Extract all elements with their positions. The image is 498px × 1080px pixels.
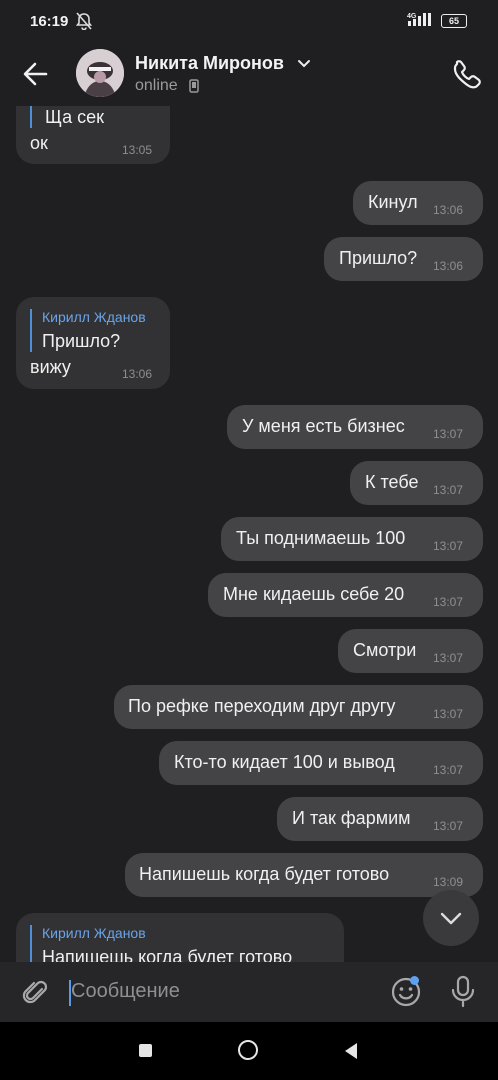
triangle-back-icon <box>345 1043 357 1059</box>
message-text: Кто-то кидает 100 и вывод <box>174 752 395 772</box>
message-input[interactable]: Сообщение <box>71 980 180 1003</box>
message-time: 13:06 <box>122 367 153 381</box>
call-button[interactable] <box>447 55 485 93</box>
message-outgoing[interactable]: К тебе 13:07 <box>350 461 483 505</box>
message-outgoing[interactable]: Кто-то кидает 100 и вывод 13:07 <box>159 741 483 785</box>
scroll-down-button[interactable] <box>423 890 479 946</box>
message-text: вижу <box>30 357 71 377</box>
message-time: 13:07 <box>433 427 464 441</box>
message-text: И так фармим <box>292 808 411 828</box>
composer: Сообщение <box>0 962 498 1022</box>
bell-off-icon <box>75 12 93 35</box>
message-text: Ты поднимаешь 100 <box>236 528 406 548</box>
chevron-down-icon <box>440 912 462 925</box>
message-time: 13:07 <box>433 819 464 833</box>
reply-author: Кирилл Жданов <box>42 925 146 941</box>
message-outgoing[interactable]: Ты поднимаешь 100 13:07 <box>221 517 483 561</box>
message-list[interactable]: Ща сек ок 13:05 Кинул 13:06 Пришло? 13:0… <box>0 106 498 962</box>
attach-button[interactable] <box>18 975 52 1014</box>
recents-button[interactable] <box>139 1044 152 1057</box>
message-outgoing[interactable]: Кинул 13:06 <box>353 181 483 225</box>
battery-indicator: 65 <box>441 14 467 28</box>
status-bar: 16:19 4G 65 <box>0 0 498 42</box>
reply-text: Пришло? <box>42 331 121 351</box>
reply-quote: Кирилл Жданов Напишешь когда будет готов… <box>30 925 292 962</box>
message-text: Пришло? <box>339 248 418 268</box>
message-text: К тебе <box>365 472 419 492</box>
home-button[interactable] <box>238 1040 258 1060</box>
reply-quote: Кирилл Жданов Пришло? <box>30 309 146 352</box>
message-time: 13:07 <box>433 595 464 609</box>
message-outgoing[interactable]: По рефке переходим друг другу 13:07 <box>114 685 483 729</box>
message-incoming[interactable]: Ща сек ок 13:05 <box>16 106 170 164</box>
message-text: Напишешь когда будет готово <box>139 864 390 884</box>
message-outgoing[interactable]: Смотри 13:07 <box>338 629 483 673</box>
message-text: Смотри <box>353 640 417 660</box>
message-text: Мне кидаешь себе 20 <box>223 584 405 604</box>
arrow-left-icon <box>23 62 48 86</box>
chat-header: Никита Миронов online <box>0 42 498 106</box>
message-time: 13:07 <box>433 707 464 721</box>
message-outgoing[interactable]: Пришло? 13:06 <box>324 237 483 281</box>
message-incoming[interactable]: Кирилл Жданов Пришло? вижу 13:06 <box>16 297 170 389</box>
back-button[interactable] <box>18 56 54 92</box>
message-incoming[interactable]: Кирилл Жданов Напишешь когда будет готов… <box>16 913 344 962</box>
message-outgoing[interactable]: И так фармим 13:07 <box>277 797 483 841</box>
system-back-button[interactable] <box>343 1042 359 1065</box>
reply-text: Напишешь когда будет готово <box>42 947 293 962</box>
message-time: 13:07 <box>433 651 464 665</box>
message-text: У меня есть бизнес <box>242 416 405 436</box>
contact-name[interactable]: Никита Миронов <box>135 53 284 74</box>
message-outgoing[interactable]: Мне кидаешь себе 20 13:07 <box>208 573 483 617</box>
system-nav-bar <box>0 1022 498 1080</box>
message-text: Кинул <box>368 192 418 212</box>
reply-author: Кирилл Жданов <box>42 309 146 325</box>
message-time: 13:07 <box>433 539 464 553</box>
message-time: 13:07 <box>433 483 464 497</box>
phone-call-icon <box>453 60 481 89</box>
reply-quote <box>30 106 42 128</box>
chevron-down-icon[interactable] <box>297 56 311 74</box>
message-time: 13:06 <box>433 259 464 273</box>
message-outgoing[interactable]: У меня есть бизнес 13:07 <box>227 405 483 449</box>
phone-device-icon <box>189 79 199 98</box>
message-time: 13:09 <box>433 875 464 889</box>
microphone-button[interactable] <box>450 974 476 1015</box>
message-time: 13:07 <box>433 763 464 777</box>
message-text: ок <box>30 133 48 153</box>
microphone-icon <box>451 975 475 1008</box>
contact-status: online <box>135 77 178 94</box>
emoji-badge <box>410 976 419 985</box>
svg-text:4G: 4G <box>407 13 417 20</box>
message-text: Ща сек <box>45 107 104 127</box>
message-time: 13:06 <box>433 203 464 217</box>
message-text: По рефке переходим друг другу <box>128 696 396 716</box>
message-time: 13:05 <box>122 143 153 157</box>
paperclip-icon <box>22 980 48 1004</box>
signal-icon: 4G <box>406 12 436 33</box>
status-time: 16:19 <box>30 13 69 30</box>
avatar[interactable] <box>76 49 124 97</box>
